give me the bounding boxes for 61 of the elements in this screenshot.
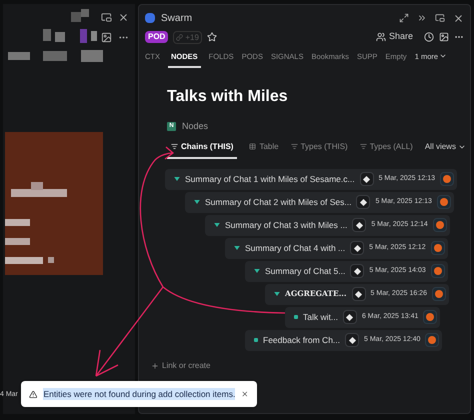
- node-title: Summary of Chat 5...: [265, 264, 346, 278]
- caret-icon[interactable]: [174, 177, 180, 181]
- caret-icon[interactable]: [274, 292, 280, 296]
- close-icon[interactable]: [241, 389, 249, 399]
- edit-icon[interactable]: [360, 172, 374, 186]
- link-icon: [176, 34, 184, 40]
- image-icon[interactable]: [439, 32, 449, 42]
- pod-badge: POD: [145, 31, 168, 43]
- node-title: Summary of Chat 4 with ...: [245, 242, 346, 254]
- view-tab[interactable]: Types (THIS): [290, 140, 348, 158]
- plus-icon: [151, 362, 159, 370]
- view-tab[interactable]: Table: [249, 140, 279, 158]
- caret-icon[interactable]: [254, 269, 260, 273]
- status-icon[interactable]: [432, 287, 446, 301]
- app-icon: [145, 13, 155, 23]
- node-title: Summary of Chat 3 with Miles ...: [225, 218, 348, 232]
- caret-icon[interactable]: [214, 223, 220, 227]
- users-icon: [376, 32, 386, 42]
- view-tab[interactable]: Chains (THIS): [167, 140, 238, 158]
- status-icon[interactable]: [430, 241, 445, 255]
- edit-icon[interactable]: [342, 310, 357, 324]
- status-icon[interactable]: [423, 310, 438, 324]
- share-button[interactable]: Share: [376, 30, 413, 44]
- node-title: Summary of Chat 2 with Miles of Ses...: [205, 196, 352, 208]
- star-icon[interactable]: [206, 32, 217, 42]
- edit-icon[interactable]: [356, 195, 370, 209]
- edit-icon[interactable]: [350, 264, 364, 278]
- caret-icon[interactable]: [194, 200, 200, 204]
- edit-icon[interactable]: [352, 218, 366, 232]
- toast-message: Entities were not found during add collection items.: [43, 388, 236, 400]
- link-or-create-button[interactable]: Link or create: [151, 360, 210, 372]
- filter-icon: [360, 143, 367, 150]
- edit-icon[interactable]: [345, 333, 360, 347]
- status-icon[interactable]: [425, 333, 440, 347]
- edit-icon[interactable]: [350, 241, 364, 255]
- close-icon[interactable]: [118, 12, 129, 23]
- filter-icon: [171, 143, 178, 150]
- close-icon[interactable]: [453, 12, 464, 24]
- filter-icon: [290, 143, 298, 150]
- status-icon[interactable]: [436, 195, 451, 209]
- image-icon[interactable]: [101, 32, 112, 43]
- table-icon: [249, 143, 256, 150]
- clock-icon[interactable]: [424, 32, 434, 42]
- window-title: Swarm: [161, 12, 192, 26]
- node-title: Summary of Chat 1 with Miles of Sesame.c...: [185, 172, 355, 186]
- window-icon[interactable]: [101, 12, 112, 23]
- view-tab[interactable]: Types (ALL): [360, 140, 413, 158]
- all-views-button[interactable]: All views: [424, 140, 466, 158]
- section-label: Nodes: [182, 120, 208, 133]
- status-icon[interactable]: [430, 264, 445, 278]
- node-title: Feedback from Ch...: [263, 334, 340, 346]
- status-icon[interactable]: [432, 218, 447, 232]
- status-icon[interactable]: [440, 172, 454, 186]
- node-title: Talk wit...: [303, 310, 338, 324]
- expand-icon[interactable]: [399, 12, 409, 22]
- chevrons-icon[interactable]: [417, 12, 427, 22]
- page-title: Talks with Miles: [167, 87, 289, 107]
- caret-icon[interactable]: [234, 246, 240, 250]
- window-icon[interactable]: [435, 12, 445, 22]
- edit-icon[interactable]: [352, 287, 366, 301]
- warning-icon: [29, 388, 38, 400]
